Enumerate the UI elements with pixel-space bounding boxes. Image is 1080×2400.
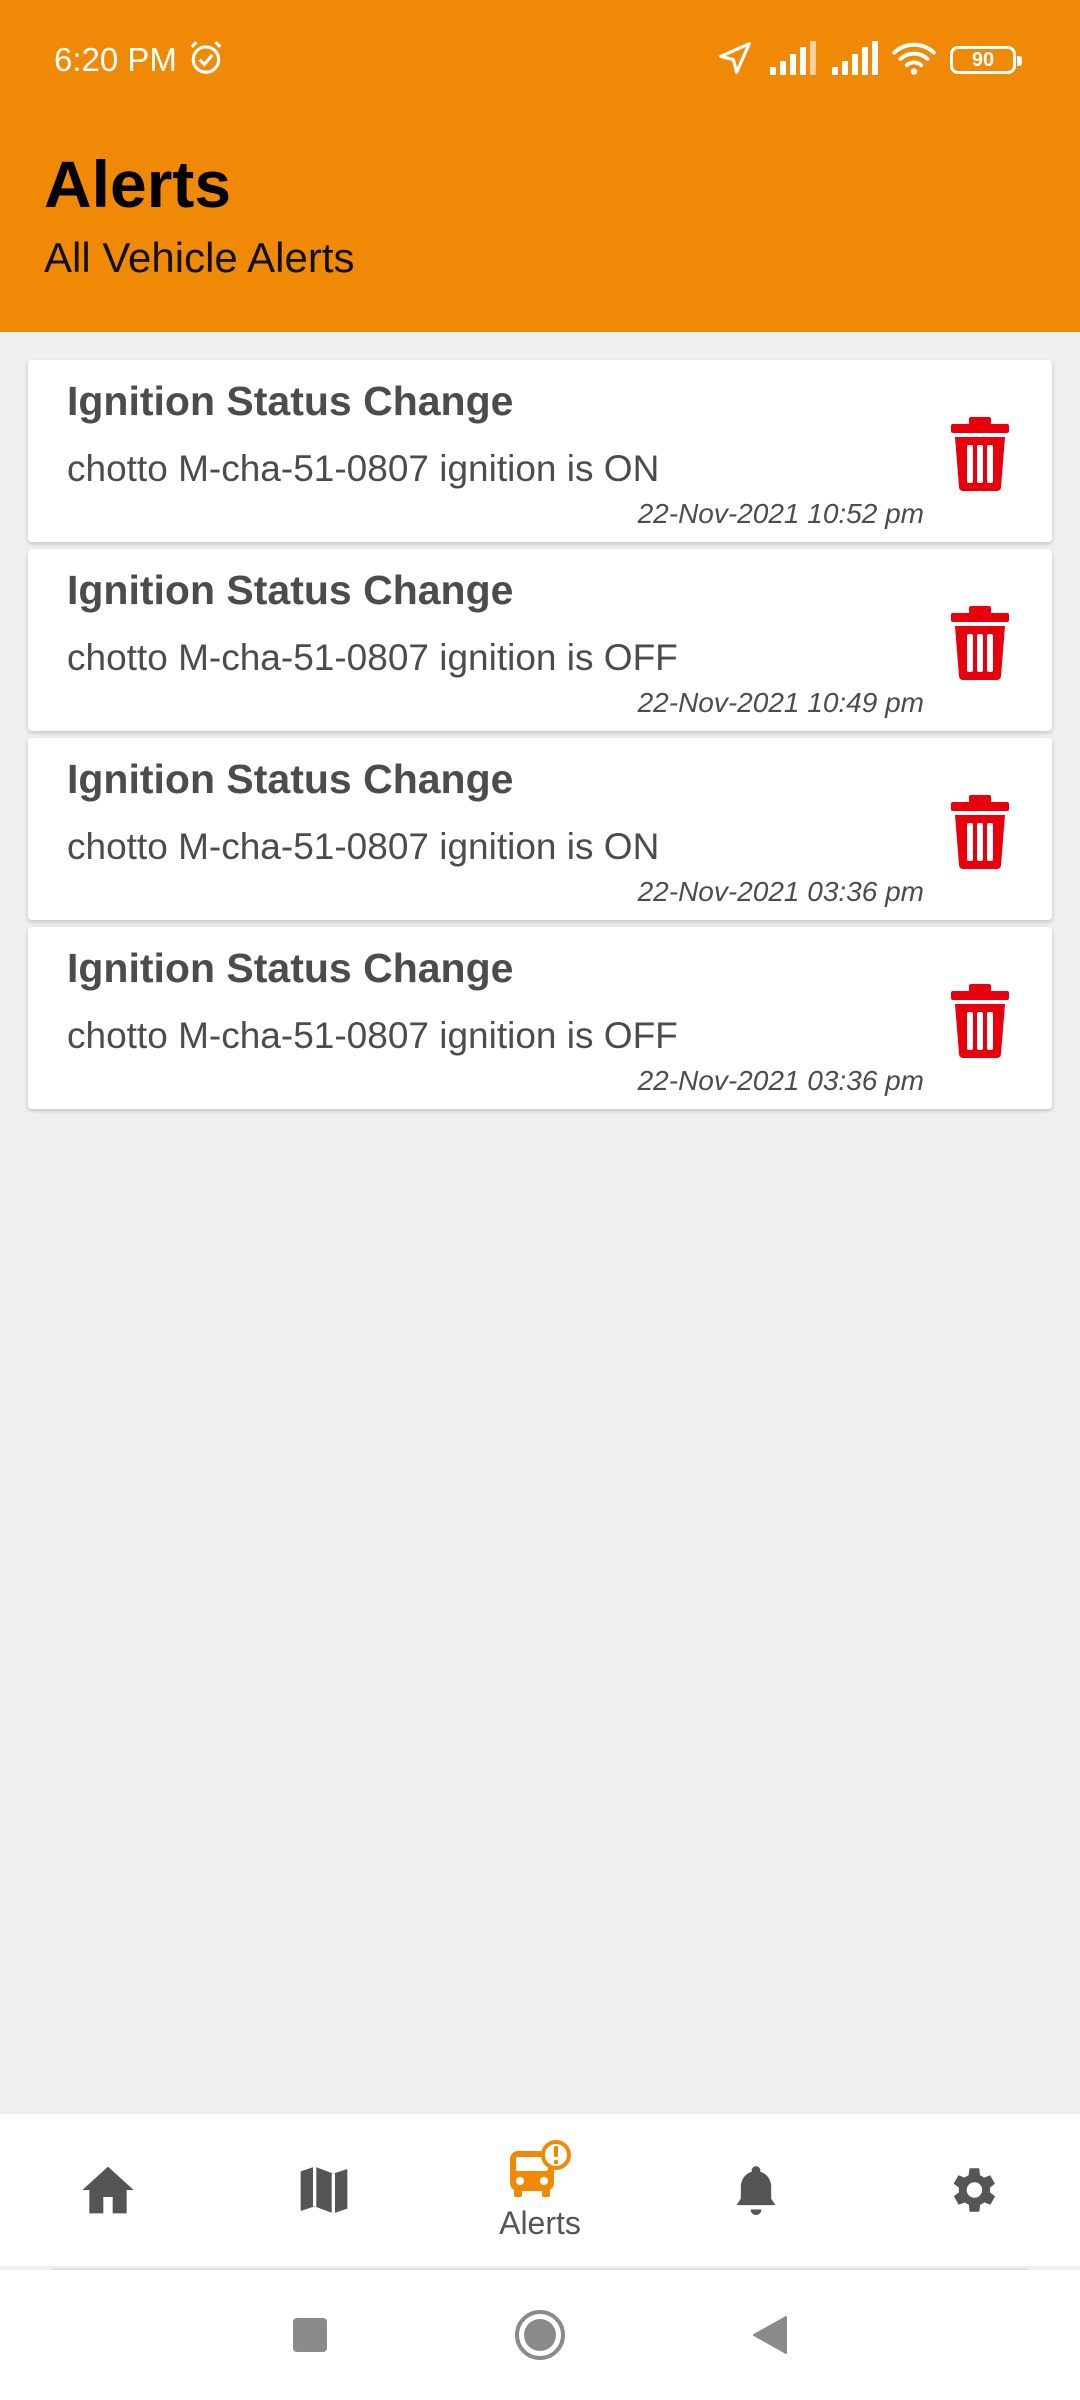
page-title: Alerts xyxy=(44,147,232,221)
delete-button[interactable] xyxy=(944,414,1016,494)
alert-timestamp: 22-Nov-2021 03:36 pm xyxy=(637,1065,924,1096)
delete-button[interactable] xyxy=(944,603,1016,683)
bus-alert-icon xyxy=(510,2139,571,2197)
alert-message: chotto M-cha-51-0807 ignition is ON xyxy=(67,826,660,867)
recent-apps-button[interactable] xyxy=(270,2295,350,2375)
trash-icon xyxy=(951,984,1009,1058)
square-icon xyxy=(293,2318,327,2352)
wifi-icon xyxy=(892,40,936,81)
back-triangle-icon xyxy=(753,2316,787,2354)
trash-icon xyxy=(951,606,1009,680)
app-root: 6:20 PM 90 Alerts All Vehicle Alerts Ign… xyxy=(0,0,1080,2400)
back-button[interactable] xyxy=(730,2295,810,2375)
gear-icon xyxy=(953,2168,996,2212)
delete-button[interactable] xyxy=(944,981,1016,1061)
bottom-nav: Alerts xyxy=(0,2114,1080,2266)
trash-icon xyxy=(951,795,1009,869)
status-right: 90 xyxy=(716,39,1022,82)
app-header: 6:20 PM 90 Alerts All Vehicle Alerts xyxy=(0,0,1080,332)
home-icon xyxy=(82,2166,134,2214)
battery-level: 90 xyxy=(971,48,995,71)
nav-settings[interactable] xyxy=(864,2114,1080,2266)
trash-icon xyxy=(951,417,1009,491)
alert-card[interactable]: Ignition Status Change chotto M-cha-51-0… xyxy=(28,738,1052,920)
status-time: 6:20 PM xyxy=(54,41,177,78)
signal-icon xyxy=(830,40,878,80)
alert-title: Ignition Status Change xyxy=(67,756,514,802)
alert-message: chotto M-cha-51-0807 ignition is OFF xyxy=(67,637,678,678)
signal-icon xyxy=(768,40,816,80)
nav-alerts[interactable]: Alerts xyxy=(432,2114,648,2266)
alert-timestamp: 22-Nov-2021 03:36 pm xyxy=(637,876,924,907)
status-bar: 6:20 PM 90 xyxy=(0,0,1080,120)
system-nav-bar xyxy=(0,2270,1080,2400)
home-system-button[interactable] xyxy=(500,2295,580,2375)
battery-icon: 90 xyxy=(950,46,1022,74)
nav-map[interactable] xyxy=(216,2114,432,2266)
alert-message: chotto M-cha-51-0807 ignition is ON xyxy=(67,448,660,489)
status-left: 6:20 PM xyxy=(54,39,225,82)
alert-list: Ignition Status Change chotto M-cha-51-0… xyxy=(28,360,1052,1116)
map-icon xyxy=(300,2166,348,2214)
alert-title: Ignition Status Change xyxy=(67,378,514,424)
nav-home[interactable] xyxy=(0,2114,216,2266)
alert-title: Ignition Status Change xyxy=(67,567,514,613)
alert-timestamp: 22-Nov-2021 10:49 pm xyxy=(637,687,924,718)
alert-timestamp: 22-Nov-2021 10:52 pm xyxy=(637,498,924,529)
alert-card[interactable]: Ignition Status Change chotto M-cha-51-0… xyxy=(28,360,1052,542)
nav-notifications[interactable] xyxy=(648,2114,864,2266)
bell-icon xyxy=(736,2166,776,2215)
alert-title: Ignition Status Change xyxy=(67,945,514,991)
delete-button[interactable] xyxy=(944,792,1016,872)
alert-card[interactable]: Ignition Status Change chotto M-cha-51-0… xyxy=(28,549,1052,731)
location-arrow-icon xyxy=(716,39,754,82)
circle-icon xyxy=(515,2310,565,2360)
nav-alerts-label: Alerts xyxy=(499,2204,581,2241)
alarm-icon xyxy=(187,39,225,82)
alert-message: chotto M-cha-51-0807 ignition is OFF xyxy=(67,1015,678,1056)
page-subtitle: All Vehicle Alerts xyxy=(44,234,355,281)
alert-card[interactable]: Ignition Status Change chotto M-cha-51-0… xyxy=(28,927,1052,1109)
